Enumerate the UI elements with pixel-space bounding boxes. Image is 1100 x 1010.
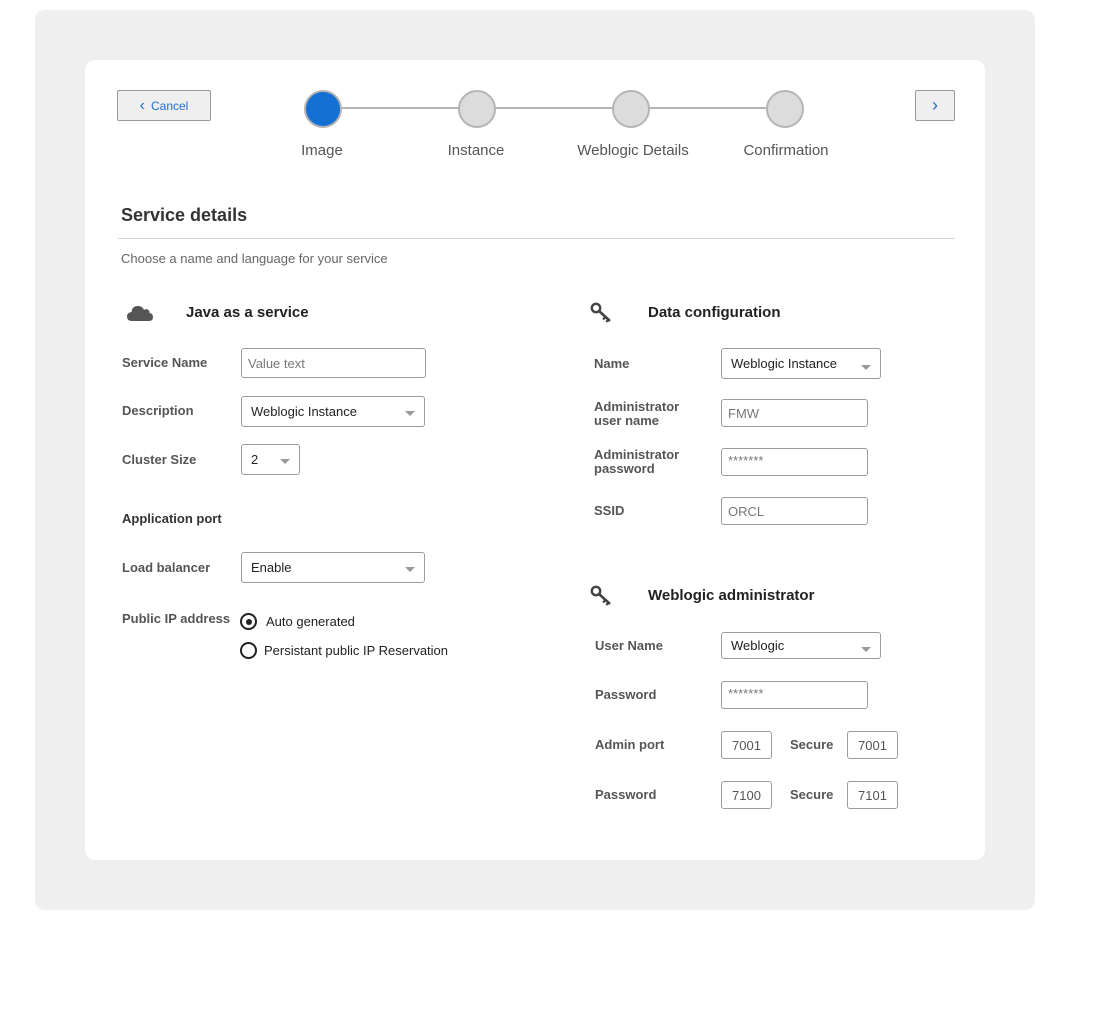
service-name-input[interactable]: Value text xyxy=(241,348,426,378)
radio-auto-generated[interactable] xyxy=(240,613,257,630)
password-port-secure-input[interactable]: 7101 xyxy=(847,781,898,809)
cancel-label: Cancel xyxy=(150,98,189,113)
step-label-instance: Instance xyxy=(447,142,505,159)
admin-user-label: Administrator user name xyxy=(594,399,680,428)
chevron-down-icon xyxy=(861,646,871,652)
wl-user-name-value: Weblogic xyxy=(731,638,785,653)
cluster-size-label: Cluster Size xyxy=(122,452,197,467)
service-name-label: Service Name xyxy=(122,355,208,370)
chevron-down-icon xyxy=(861,364,871,370)
load-balancer-label: Load balancer xyxy=(122,560,211,575)
description-value: Weblogic Instance xyxy=(251,404,357,419)
radio-auto-generated-label: Auto generated xyxy=(266,614,355,629)
section-subtitle: Choose a name and language for your serv… xyxy=(121,251,388,266)
step-confirmation-indicator[interactable] xyxy=(766,90,804,128)
dc-name-value: Weblogic Instance xyxy=(731,356,837,371)
chevron-down-icon xyxy=(280,458,290,464)
radio-persistant-ip[interactable] xyxy=(240,642,257,659)
ssid-label: SSID xyxy=(594,503,625,518)
step-connector xyxy=(495,107,613,109)
section-title: Service details xyxy=(121,205,248,225)
description-label: Description xyxy=(122,403,194,418)
wl-user-name-select[interactable]: Weblogic xyxy=(721,632,881,659)
step-label-confirmation: Confirmation xyxy=(743,142,829,159)
step-connector xyxy=(649,107,767,109)
load-balancer-select[interactable]: Enable xyxy=(241,552,425,583)
step-connector xyxy=(341,107,459,109)
cluster-size-select[interactable]: 2 xyxy=(241,444,300,475)
chevron-down-icon xyxy=(405,566,415,572)
key-icon xyxy=(590,302,611,323)
admin-user-input[interactable]: FMW xyxy=(721,399,868,427)
chevron-right-icon: › xyxy=(932,95,938,115)
load-balancer-value: Enable xyxy=(251,560,292,575)
radio-persistant-ip-label: Persistant public IP Reservation xyxy=(264,643,449,658)
password-port-secure-label: Secure xyxy=(790,787,834,802)
password-port-label: Password xyxy=(595,787,657,802)
weblogic-admin-title: Weblogic administrator xyxy=(648,587,815,604)
description-select[interactable]: Weblogic Instance xyxy=(241,396,425,427)
wl-password-input[interactable]: ******* xyxy=(721,681,868,709)
ssid-input[interactable]: ORCL xyxy=(721,497,868,525)
step-weblogic-details-indicator[interactable] xyxy=(612,90,650,128)
step-instance-indicator[interactable] xyxy=(458,90,496,128)
step-label-weblogic-details: Weblogic Details xyxy=(577,142,689,159)
application-port-heading: Application port xyxy=(122,511,222,526)
admin-password-input[interactable]: ******* xyxy=(721,448,868,476)
chevron-left-icon: ‹ xyxy=(139,96,145,114)
cloud-icon xyxy=(127,306,153,321)
password-port-input[interactable]: 7100 xyxy=(721,781,772,809)
wl-user-name-label: User Name xyxy=(595,638,663,653)
admin-password-label: Administrator password xyxy=(594,447,680,476)
public-ip-label: Public IP address xyxy=(122,611,231,626)
java-service-title: Java as a service xyxy=(186,304,309,321)
wl-password-label: Password xyxy=(595,687,657,702)
next-button[interactable]: › xyxy=(915,90,955,121)
dc-name-label: Name xyxy=(594,356,630,371)
cluster-size-value: 2 xyxy=(251,452,259,467)
admin-port-label: Admin port xyxy=(595,737,665,752)
step-label-image: Image xyxy=(301,142,343,159)
data-config-title: Data configuration xyxy=(648,304,781,321)
dc-name-select[interactable]: Weblogic Instance xyxy=(721,348,881,379)
admin-port-secure-input[interactable]: 7001 xyxy=(847,731,898,759)
key-icon xyxy=(590,585,611,606)
step-image-indicator[interactable] xyxy=(304,90,342,128)
cancel-button[interactable]: ‹ Cancel xyxy=(117,90,211,121)
chevron-down-icon xyxy=(405,410,415,416)
admin-port-input[interactable]: 7001 xyxy=(721,731,772,759)
admin-port-secure-label: Secure xyxy=(790,737,834,752)
section-divider xyxy=(118,238,955,239)
